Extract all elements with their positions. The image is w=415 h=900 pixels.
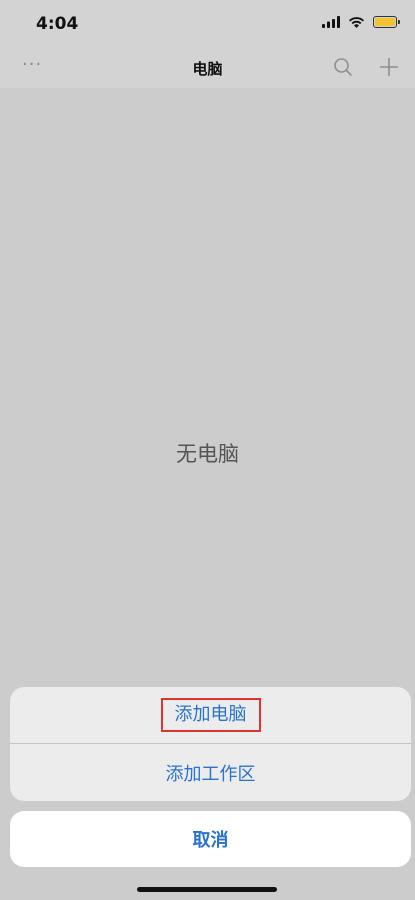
add-pc-button[interactable]: 添加电脑: [10, 687, 411, 744]
screen: 4:04 ··· 电脑 无电脑 添加电脑 添加工作区 取消: [0, 0, 415, 900]
add-workspace-label: 添加工作区: [165, 763, 256, 785]
status-icons: [322, 16, 400, 28]
empty-state-label: 无电脑: [176, 442, 239, 466]
signal-icon: [322, 16, 340, 28]
status-bar: 4:04: [0, 0, 415, 48]
action-sheet: 添加电脑 添加工作区: [10, 687, 411, 801]
add-workspace-button[interactable]: 添加工作区: [10, 744, 411, 801]
status-time: 4:04: [36, 14, 79, 34]
cancel-button[interactable]: 取消: [10, 811, 411, 867]
nav-bar: ··· 电脑: [0, 48, 415, 88]
home-indicator: [137, 887, 277, 892]
battery-icon: [373, 16, 400, 28]
wifi-icon: [349, 17, 364, 28]
cancel-label: 取消: [192, 830, 229, 851]
plus-icon[interactable]: [379, 57, 399, 77]
add-pc-label: 添加电脑: [160, 698, 261, 732]
search-icon[interactable]: [333, 57, 353, 77]
